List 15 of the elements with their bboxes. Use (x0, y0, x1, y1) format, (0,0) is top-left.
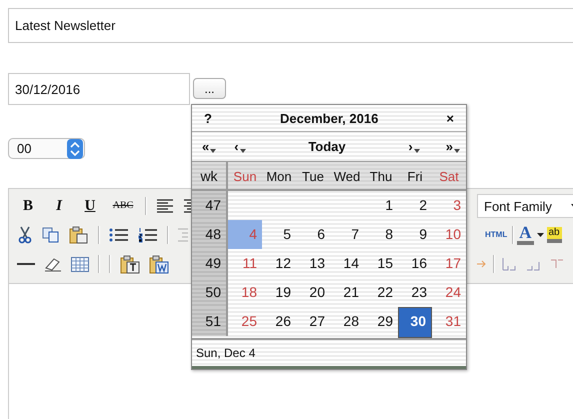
weekday-header: Wed (330, 162, 364, 191)
week-number: 49 (192, 249, 228, 278)
week-number: 47 (192, 191, 228, 220)
weekday-header: Thu (364, 162, 398, 191)
month-title: December, 2016 (280, 110, 378, 126)
weekday-header: Sat (432, 162, 466, 191)
weekday-header: Sun (228, 162, 262, 191)
status-text: Sun, Dec 4 (196, 346, 256, 360)
week-number: 48 (192, 220, 228, 249)
week-number: 51 (192, 307, 228, 336)
weekday-header: Fri (398, 162, 432, 191)
weekday-header: Tue (296, 162, 330, 191)
week-header: wk (192, 162, 228, 191)
week-number: 50 (192, 278, 228, 307)
weekday-header: Mon (262, 162, 296, 191)
